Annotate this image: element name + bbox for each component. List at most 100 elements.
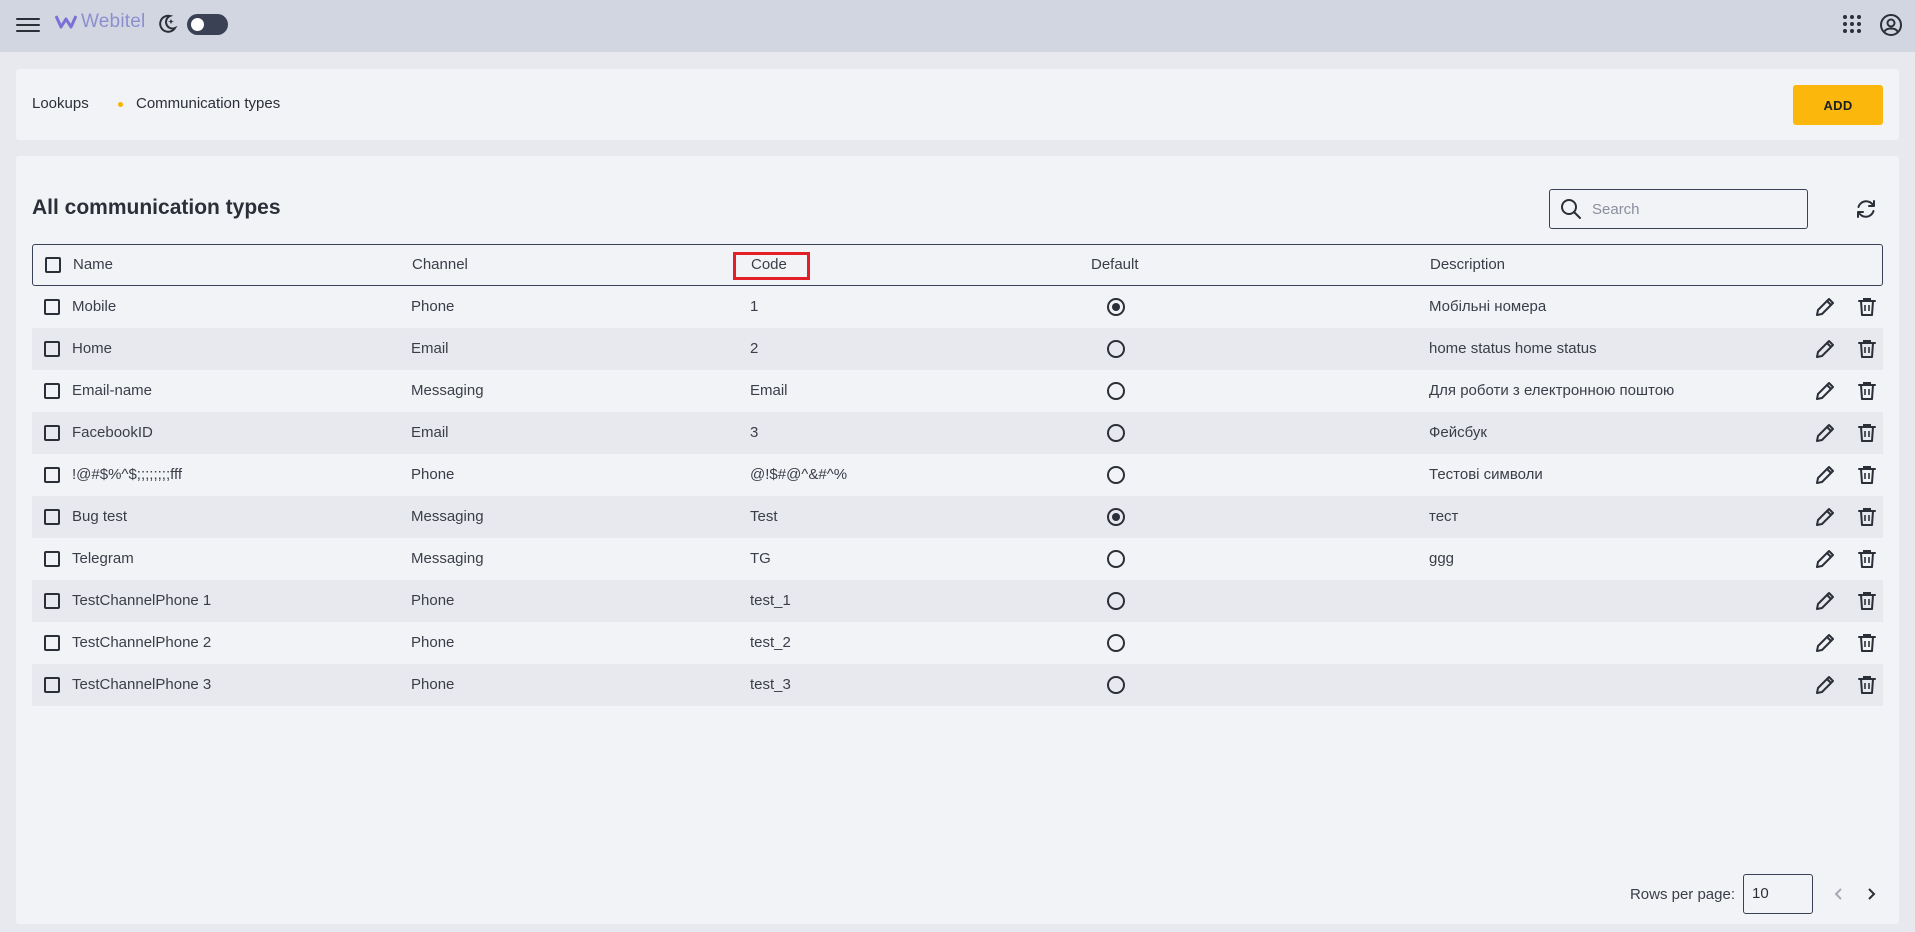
cell-channel: Messaging xyxy=(411,550,484,567)
cell-channel: Phone xyxy=(411,592,455,609)
table-body: Mobile Phone 1 Мобільні номера Home Email 2 hom… xyxy=(32,286,1883,706)
table-row[interactable]: Home Email 2 home status home status xyxy=(32,328,1883,370)
cell-code: test_2 xyxy=(750,634,791,651)
trash-icon xyxy=(1858,340,1876,358)
row-checkbox[interactable] xyxy=(44,509,60,525)
table-row[interactable]: Telegram Messaging TG ggg xyxy=(32,538,1883,580)
row-checkbox[interactable] xyxy=(44,425,60,441)
default-radio[interactable] xyxy=(1107,550,1125,568)
table-row[interactable]: TestChannelPhone 2 Phone test_2 xyxy=(32,622,1883,664)
row-checkbox[interactable] xyxy=(44,677,60,693)
app-logo[interactable]: Webitel xyxy=(55,11,145,33)
apps-grid-icon[interactable] xyxy=(1843,15,1861,33)
cell-channel: Messaging xyxy=(411,382,484,399)
table-row[interactable]: TestChannelPhone 3 Phone test_3 xyxy=(32,664,1883,706)
delete-button[interactable] xyxy=(1856,296,1878,323)
delete-button[interactable] xyxy=(1856,506,1878,533)
delete-button[interactable] xyxy=(1856,590,1878,617)
row-checkbox[interactable] xyxy=(44,341,60,357)
table-row[interactable]: Mobile Phone 1 Мобільні номера xyxy=(32,286,1883,328)
edit-button[interactable] xyxy=(1814,632,1836,659)
cell-channel: Phone xyxy=(411,466,455,483)
toggle-knob xyxy=(191,18,204,31)
search-box[interactable] xyxy=(1549,189,1808,229)
edit-button[interactable] xyxy=(1814,380,1836,407)
column-name[interactable]: Name xyxy=(73,245,113,287)
default-radio[interactable] xyxy=(1107,340,1125,358)
cell-name: Telegram xyxy=(72,550,134,567)
delete-button[interactable] xyxy=(1856,674,1878,701)
cell-name: TestChannelPhone 2 xyxy=(72,634,212,651)
default-radio[interactable] xyxy=(1107,466,1125,484)
row-checkbox[interactable] xyxy=(44,383,60,399)
table-row[interactable]: !@#$%^$;;;;;;;;fff Phone @!$#@^&#^% Тестові… xyxy=(32,454,1883,496)
add-button[interactable]: ADD xyxy=(1793,85,1883,125)
delete-button[interactable] xyxy=(1856,548,1878,575)
default-radio[interactable] xyxy=(1107,592,1125,610)
edit-pencil-icon xyxy=(1816,424,1834,442)
table-row[interactable]: TestChannelPhone 1 Phone test_1 xyxy=(32,580,1883,622)
edit-button[interactable] xyxy=(1814,506,1836,533)
default-radio[interactable] xyxy=(1107,676,1125,694)
breadcrumb-separator xyxy=(118,102,123,107)
edit-button[interactable] xyxy=(1814,422,1836,449)
breadcrumb-current: Communication types xyxy=(136,95,281,112)
delete-button[interactable] xyxy=(1856,464,1878,491)
cell-name: Mobile xyxy=(72,298,117,315)
edit-button[interactable] xyxy=(1814,296,1836,323)
column-channel[interactable]: Channel xyxy=(412,245,468,287)
row-checkbox[interactable] xyxy=(44,299,60,315)
delete-button[interactable] xyxy=(1856,380,1878,407)
account-icon[interactable] xyxy=(1879,13,1903,37)
moon-icon xyxy=(159,14,178,33)
row-checkbox[interactable] xyxy=(44,551,60,567)
edit-button[interactable] xyxy=(1814,674,1836,701)
default-radio[interactable] xyxy=(1107,424,1125,442)
cell-channel: Messaging xyxy=(411,508,484,525)
cell-code: TG xyxy=(750,550,771,567)
menu-icon[interactable] xyxy=(16,14,40,36)
table-header: Name Channel Code Default Description xyxy=(32,244,1883,286)
column-code[interactable]: Code xyxy=(751,245,787,287)
search-input[interactable] xyxy=(1592,200,1792,218)
edit-button[interactable] xyxy=(1814,338,1836,365)
trash-icon xyxy=(1858,676,1876,694)
theme-toggle[interactable] xyxy=(187,14,228,35)
communication-types-table: Name Channel Code Default Description Mo… xyxy=(32,244,1883,706)
breadcrumb-lookups[interactable]: Lookups xyxy=(32,95,89,112)
delete-button[interactable] xyxy=(1856,422,1878,449)
edit-pencil-icon xyxy=(1816,634,1834,652)
cell-code: 2 xyxy=(750,340,759,357)
column-description[interactable]: Description xyxy=(1430,245,1505,287)
cell-channel: Phone xyxy=(411,298,455,315)
prev-page-button[interactable] xyxy=(1827,882,1851,906)
column-default[interactable]: Default xyxy=(1091,245,1139,287)
app-name: Webitel xyxy=(81,11,146,32)
refresh-icon[interactable] xyxy=(1854,197,1878,221)
edit-button[interactable] xyxy=(1814,464,1836,491)
edit-button[interactable] xyxy=(1814,590,1836,617)
default-radio[interactable] xyxy=(1107,382,1125,400)
table-row[interactable]: FacebookID Email 3 Фейсбук xyxy=(32,412,1883,454)
row-checkbox[interactable] xyxy=(44,635,60,651)
cell-code: @!$#@^&#^% xyxy=(750,466,848,483)
table-row[interactable]: Email-name Messaging Email Для роботи з еле… xyxy=(32,370,1883,412)
select-all-checkbox[interactable] xyxy=(45,257,61,273)
cell-name: FacebookID xyxy=(72,424,153,441)
default-radio[interactable] xyxy=(1107,508,1125,526)
default-radio[interactable] xyxy=(1107,634,1125,652)
edit-pencil-icon xyxy=(1816,466,1834,484)
cell-name: Home xyxy=(72,340,113,357)
delete-button[interactable] xyxy=(1856,632,1878,659)
table-row[interactable]: Bug test Messaging Test тест xyxy=(32,496,1883,538)
delete-button[interactable] xyxy=(1856,338,1878,365)
rows-per-page-select[interactable]: 10 xyxy=(1743,874,1813,914)
next-page-button[interactable] xyxy=(1859,882,1883,906)
edit-pencil-icon xyxy=(1816,550,1834,568)
trash-icon xyxy=(1858,592,1876,610)
trash-icon xyxy=(1858,634,1876,652)
row-checkbox[interactable] xyxy=(44,467,60,483)
edit-button[interactable] xyxy=(1814,548,1836,575)
row-checkbox[interactable] xyxy=(44,593,60,609)
default-radio[interactable] xyxy=(1107,298,1125,316)
